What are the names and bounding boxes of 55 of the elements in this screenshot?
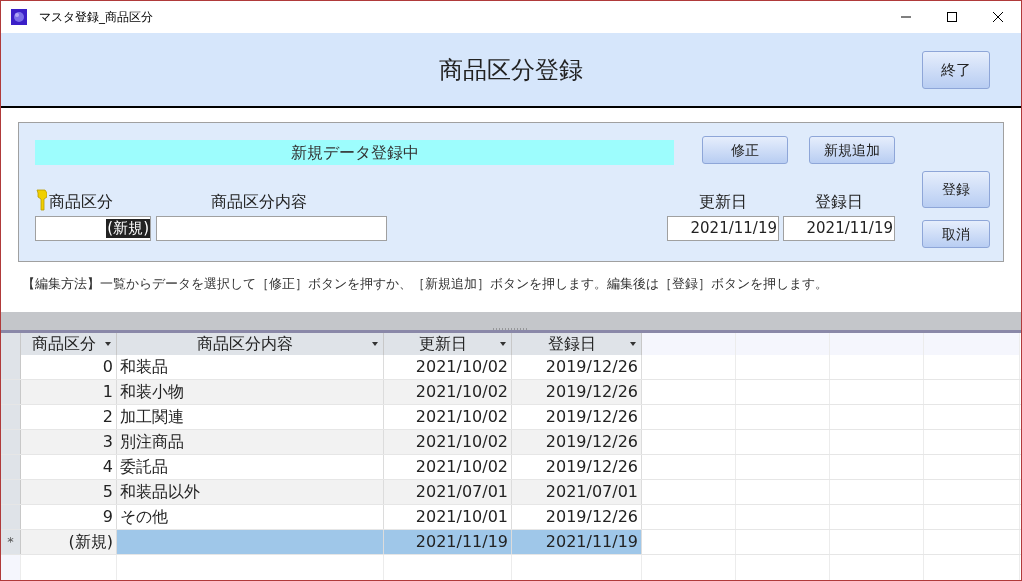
row-selector[interactable] bbox=[1, 380, 21, 404]
action-button[interactable]: 取消 bbox=[922, 220, 990, 248]
caret-icon[interactable] bbox=[630, 342, 636, 346]
select-all-corner[interactable] bbox=[1, 333, 21, 355]
caret-icon[interactable] bbox=[372, 342, 378, 346]
table-cell: 別注商品 bbox=[117, 430, 384, 454]
table-cell: 2019/12/26 bbox=[512, 380, 642, 404]
row-selector[interactable] bbox=[1, 480, 21, 504]
maximize-icon bbox=[947, 12, 957, 22]
table-cell: 1 bbox=[21, 380, 117, 404]
close-icon bbox=[993, 12, 1003, 22]
exit-button[interactable]: 終了 bbox=[922, 51, 990, 89]
field-label: 更新日 bbox=[699, 194, 747, 210]
action-button[interactable]: 登録 bbox=[922, 171, 990, 208]
input-field[interactable]: (新規) bbox=[35, 216, 151, 241]
table-cell: (新規) bbox=[21, 530, 117, 554]
table-cell: 2019/12/26 bbox=[512, 430, 642, 454]
date-field[interactable]: 2021/11/19 bbox=[783, 216, 895, 241]
field-label: 登録日 bbox=[815, 194, 863, 210]
table-cell: 2021/11/19 bbox=[512, 530, 642, 554]
row-selector[interactable] bbox=[1, 430, 21, 454]
row-selector[interactable]: * bbox=[1, 530, 21, 554]
date-field[interactable]: 2021/11/19 bbox=[667, 216, 779, 241]
status-banner: 新規データ登録中 bbox=[35, 140, 674, 165]
window-title: マスタ登録_商品区分 bbox=[39, 9, 153, 26]
caret-icon[interactable] bbox=[105, 342, 111, 346]
column-header[interactable]: 商品区分 bbox=[21, 333, 117, 355]
column-header[interactable]: 更新日 bbox=[384, 333, 512, 355]
action-button[interactable]: 新規追加 bbox=[809, 136, 895, 164]
field-label: 商品区分内容 bbox=[211, 194, 307, 210]
caret-icon[interactable] bbox=[500, 342, 506, 346]
table-cell: 加工関連 bbox=[117, 405, 384, 429]
row-selector[interactable] bbox=[1, 455, 21, 479]
app-icon bbox=[11, 9, 27, 25]
row-selector[interactable] bbox=[1, 405, 21, 429]
row-selector[interactable] bbox=[1, 505, 21, 529]
action-button[interactable]: 修正 bbox=[702, 136, 788, 164]
table-cell: 和装小物 bbox=[117, 380, 384, 404]
table-cell: 和装品以外 bbox=[117, 480, 384, 504]
table-cell: 2021/10/02 bbox=[384, 380, 512, 404]
table-cell: 2021/10/02 bbox=[384, 430, 512, 454]
instructions-text: 【編集方法】一覧からデータを選択して［修正］ボタンを押すか、［新規追加］ボタンを押します。編集後は［登録］ボタンを押します。 bbox=[22, 275, 829, 293]
column-header[interactable]: 登録日 bbox=[512, 333, 642, 355]
table-cell: 委託品 bbox=[117, 455, 384, 479]
column-header[interactable]: 商品区分内容 bbox=[117, 333, 384, 355]
table-cell: 5 bbox=[21, 480, 117, 504]
form-title: 商品区分登録 bbox=[439, 54, 583, 86]
table-cell: 2021/11/19 bbox=[384, 530, 512, 554]
row-selector[interactable] bbox=[1, 355, 21, 379]
table-cell: 2021/07/01 bbox=[512, 480, 642, 504]
input-field[interactable] bbox=[156, 216, 387, 241]
table-cell: 2021/07/01 bbox=[384, 480, 512, 504]
field-label: 商品区分 bbox=[49, 194, 113, 210]
table-cell: 和装品 bbox=[117, 355, 384, 379]
table-cell: 3 bbox=[21, 430, 117, 454]
